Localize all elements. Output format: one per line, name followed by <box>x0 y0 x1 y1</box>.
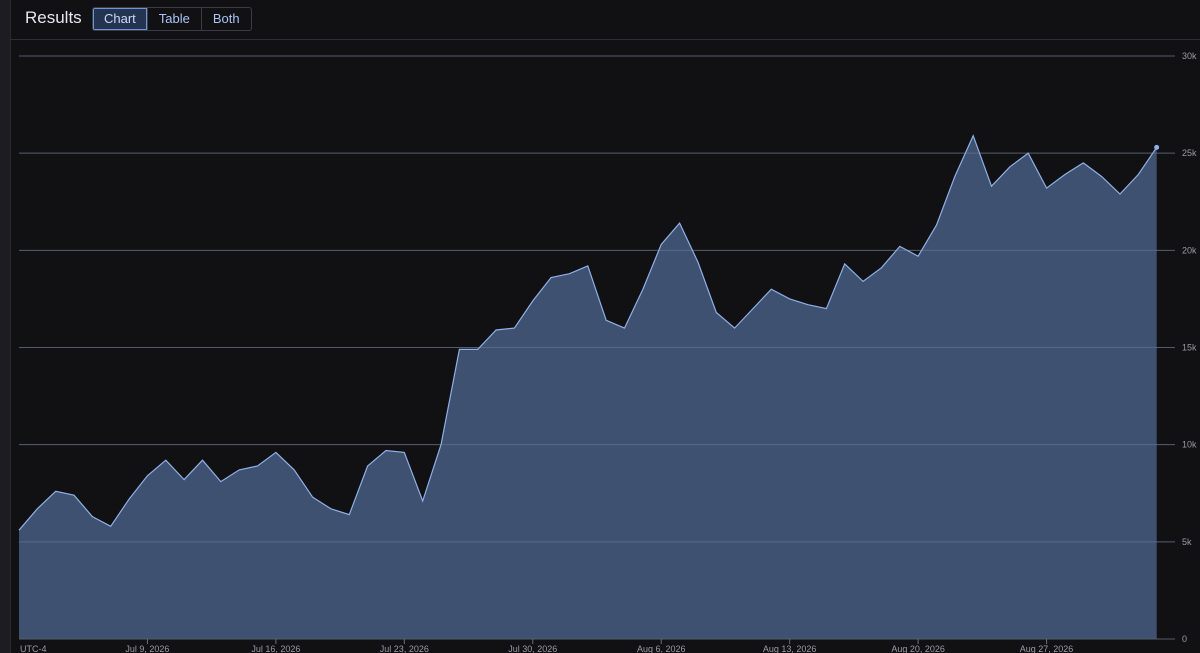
x-tick-label: Jul 16, 2026 <box>251 644 300 653</box>
y-tick-label: 20k <box>1182 245 1197 255</box>
x-tick-label: Jul 9, 2026 <box>125 644 169 653</box>
x-tick-label: Aug 27, 2026 <box>1020 644 1074 653</box>
y-tick-label: 25k <box>1182 148 1197 158</box>
results-title: Results <box>25 8 82 27</box>
tab-both[interactable]: Both <box>202 8 251 30</box>
y-tick-label: 10k <box>1182 440 1197 450</box>
results-panel: 0 5k 10k 15k 20k 25k 30k UTC-4 Jul 9, 2026 Jul 16… <box>0 0 1200 653</box>
tab-chart[interactable]: Chart <box>93 8 148 30</box>
y-tick-label: 0 <box>1182 634 1187 644</box>
y-tick-label: 15k <box>1182 343 1197 353</box>
results-header: Results Chart Table Both <box>11 0 1200 40</box>
y-tick-label: 5k <box>1182 537 1192 547</box>
last-point-marker <box>1154 144 1160 150</box>
x-tick-label: Aug 6, 2026 <box>637 644 686 653</box>
series-area <box>19 135 1157 639</box>
area-chart: 0 5k 10k 15k 20k 25k 30k UTC-4 Jul 9, 2026 Jul 16… <box>18 51 1197 653</box>
x-tick-label: Jul 30, 2026 <box>508 644 557 653</box>
chart-area: 0 5k 10k 15k 20k 25k 30k UTC-4 Jul 9, 2026 Jul 16… <box>0 0 1200 653</box>
timezone-label: UTC-4 <box>20 644 47 653</box>
x-tick-label: Jul 23, 2026 <box>380 644 429 653</box>
x-tick-label: Aug 13, 2026 <box>763 644 817 653</box>
y-tick-label: 30k <box>1182 51 1197 61</box>
tab-table[interactable]: Table <box>148 8 202 30</box>
x-tick-label: Aug 20, 2026 <box>891 644 945 653</box>
view-toggle: Chart Table Both <box>92 7 252 31</box>
